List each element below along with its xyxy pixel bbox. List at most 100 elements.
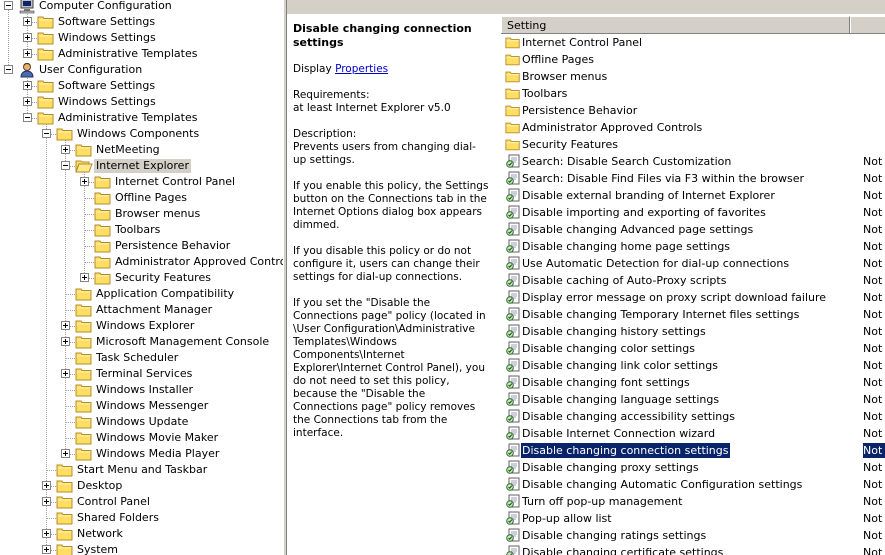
list-folder-row[interactable]: Administrator Approved Controls (501, 119, 885, 136)
tree-node[interactable]: Internet Control Panel (0, 174, 283, 190)
collapse-icon[interactable] (4, 65, 13, 74)
tree-node[interactable]: Administrator Approved Controls (0, 254, 283, 270)
tree-node[interactable]: Attachment Manager (0, 302, 283, 318)
expand-icon[interactable] (23, 49, 32, 58)
list-policy-row[interactable]: Display error message on proxy script do… (501, 289, 885, 306)
list-policy-row[interactable]: Disable external branding of Internet Ex… (501, 187, 885, 204)
tree-node[interactable]: Terminal Services (0, 366, 283, 382)
properties-link[interactable]: Properties (335, 63, 388, 75)
expand-icon[interactable] (61, 337, 70, 346)
tree-node[interactable]: Toolbars (0, 222, 283, 238)
tree-node[interactable]: Microsoft Management Console (0, 334, 283, 350)
expand-icon[interactable] (42, 481, 51, 490)
list-policy-row[interactable]: Disable changing font settings Not (501, 374, 885, 391)
requirements-value: at least Internet Explorer v5.0 (293, 102, 451, 114)
expand-icon[interactable] (23, 33, 32, 42)
list-policy-row[interactable]: Disable changing language settings Not (501, 391, 885, 408)
tree-node[interactable]: Windows Settings (0, 94, 283, 110)
list-policy-row[interactable]: Disable changing Temporary Internet file… (501, 306, 885, 323)
tree-node[interactable]: Windows Media Player (0, 446, 283, 462)
setting-state: Not (863, 410, 883, 423)
list-policy-row[interactable]: Disable changing color settings Not (501, 340, 885, 357)
list-policy-row[interactable]: Disable changing history settings Not (501, 323, 885, 340)
collapse-icon[interactable] (23, 113, 32, 122)
tree-pane[interactable]: Computer Configuration Software Settings W… (0, 0, 283, 555)
list-policy-row[interactable]: Disable changing ratings settings Not (501, 527, 885, 544)
tree-node-label: Security Features (115, 271, 211, 284)
tree-node[interactable]: Computer Configuration (0, 0, 283, 14)
tree-node[interactable]: Shared Folders (0, 510, 283, 526)
expand-icon[interactable] (23, 97, 32, 106)
tree-node[interactable]: Internet Explorer (0, 158, 283, 174)
tree-node[interactable]: Security Features (0, 270, 283, 286)
tree-node[interactable]: Windows Movie Maker (0, 430, 283, 446)
list-folder-row[interactable]: Toolbars (501, 85, 885, 102)
list-policy-row[interactable]: Disable changing Automatic Configuration… (501, 476, 885, 493)
list-folder-row[interactable]: Internet Control Panel (501, 34, 885, 51)
expand-icon[interactable] (80, 273, 89, 282)
list-policy-row[interactable]: Disable changing proxy settings Not (501, 459, 885, 476)
expand-icon[interactable] (23, 81, 32, 90)
list-policy-row[interactable]: Disable importing and exporting of favor… (501, 204, 885, 221)
expand-icon[interactable] (42, 545, 51, 554)
column-header-state[interactable] (850, 16, 885, 33)
tree-node[interactable]: Offline Pages (0, 190, 283, 206)
expand-icon[interactable] (61, 449, 70, 458)
setting-name: Disable changing font settings (522, 376, 690, 389)
tree-node-label: Offline Pages (115, 191, 187, 204)
tree-node[interactable]: Task Scheduler (0, 350, 283, 366)
tree-node[interactable]: Windows Components (0, 126, 283, 142)
list-folder-row[interactable]: Persistence Behavior (501, 102, 885, 119)
tree-node[interactable]: NetMeeting (0, 142, 283, 158)
list-policy-row[interactable]: Disable changing certificate settings Not (501, 544, 885, 555)
list-policy-row[interactable]: Search: Disable Search Customization Not (501, 153, 885, 170)
list-policy-row[interactable]: Turn off pop-up management Not (501, 493, 885, 510)
folder-icon (37, 78, 55, 94)
list-policy-row[interactable]: Pop-up allow list Not (501, 510, 885, 527)
column-header-setting[interactable]: Setting (501, 16, 850, 33)
list-policy-row[interactable]: Use Automatic Detection for dial-up conn… (501, 255, 885, 272)
list-policy-row[interactable]: Disable caching of Auto-Proxy scripts Not (501, 272, 885, 289)
list-policy-row[interactable]: Disable Internet Connection wizard Not (501, 425, 885, 442)
list-policy-row[interactable]: Disable changing link color settings Not (501, 357, 885, 374)
list-folder-row[interactable]: Offline Pages (501, 51, 885, 68)
list-policy-row[interactable]: Disable changing connection settings Not (501, 442, 885, 459)
expand-icon[interactable] (42, 529, 51, 538)
tree-node[interactable]: Network (0, 526, 283, 542)
expand-icon[interactable] (61, 321, 70, 330)
collapse-icon[interactable] (42, 129, 51, 138)
tree-node-label: Terminal Services (96, 367, 193, 380)
tree-node[interactable]: User Configuration (0, 62, 283, 78)
tree-node[interactable]: Software Settings (0, 14, 283, 30)
list-policy-row[interactable]: Search: Disable Find Files via F3 within… (501, 170, 885, 187)
tree-node[interactable]: Windows Installer (0, 382, 283, 398)
tree-node[interactable]: Persistence Behavior (0, 238, 283, 254)
tree-node[interactable]: Administrative Templates (0, 110, 283, 126)
tree-node[interactable]: Windows Settings (0, 30, 283, 46)
tree-node[interactable]: Windows Update (0, 414, 283, 430)
expand-icon[interactable] (42, 497, 51, 506)
expand-icon[interactable] (61, 369, 70, 378)
tree-node[interactable]: Desktop (0, 478, 283, 494)
list-folder-row[interactable]: Security Features (501, 136, 885, 153)
tree-node[interactable]: Software Settings (0, 78, 283, 94)
tree-node[interactable]: Application Compatibility (0, 286, 283, 302)
settings-list[interactable]: Setting Internet Control Panel Offline Pa… (501, 16, 885, 555)
list-policy-row[interactable]: Disable changing Advanced page settings N… (501, 221, 885, 238)
list-folder-row[interactable]: Browser menus (501, 68, 885, 85)
tree-node[interactable]: System (0, 542, 283, 555)
collapse-icon[interactable] (4, 1, 13, 10)
collapse-icon[interactable] (61, 161, 70, 170)
expand-icon[interactable] (61, 145, 70, 154)
tree-node[interactable]: Control Panel (0, 494, 283, 510)
expand-icon[interactable] (23, 17, 32, 26)
tree-node[interactable]: Start Menu and Taskbar (0, 462, 283, 478)
tree-node[interactable]: Windows Explorer (0, 318, 283, 334)
list-policy-row[interactable]: Disable changing accessibility settings N… (501, 408, 885, 425)
setting-name: Disable changing color settings (522, 342, 695, 355)
tree-node[interactable]: Browser menus (0, 206, 283, 222)
expand-icon[interactable] (80, 177, 89, 186)
tree-node[interactable]: Administrative Templates (0, 46, 283, 62)
tree-node[interactable]: Windows Messenger (0, 398, 283, 414)
list-policy-row[interactable]: Disable changing home page settings Not (501, 238, 885, 255)
